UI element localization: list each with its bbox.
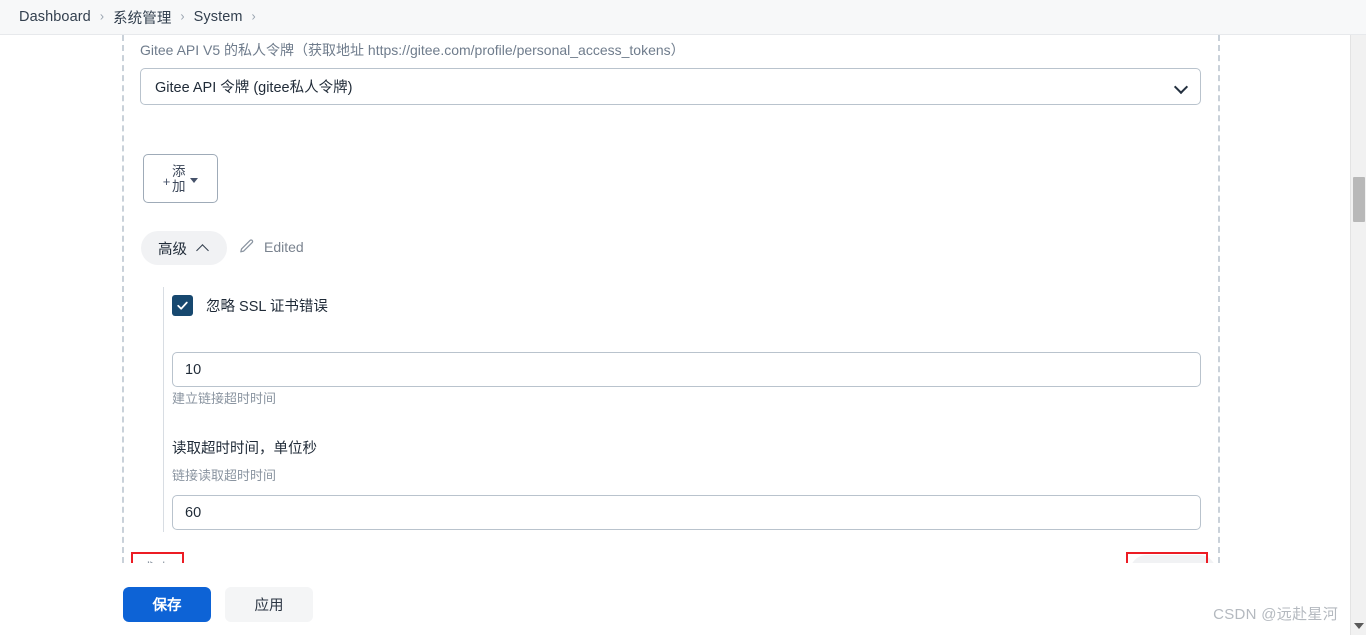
scroll-down-arrow-icon[interactable]	[1354, 623, 1364, 629]
add-credential-button-label: 添加	[172, 163, 186, 194]
read-timeout-label: 读取超时时间，单位秒	[172, 441, 317, 457]
breadcrumb-item-system[interactable]: System	[194, 9, 243, 25]
edited-indicator: Edited	[238, 238, 304, 255]
ignore-ssl-label: 忽略 SSL 证书错误	[206, 299, 328, 315]
form-guide-rail-right	[1218, 35, 1220, 563]
test-connection-button[interactable]: 测试链接	[1130, 555, 1216, 563]
test-connection-button-label: 测试链接	[1145, 562, 1201, 564]
save-button[interactable]: 保存	[123, 586, 211, 622]
settings-content-area: Gitee API V5 的私人令牌（获取地址 https://gitee.co…	[0, 35, 1350, 563]
breadcrumb-separator-icon: ›	[99, 9, 105, 24]
watermark-text: CSDN @远赴星河	[1213, 606, 1338, 623]
plus-icon: +	[162, 174, 171, 189]
ignore-ssl-checkbox[interactable]	[172, 295, 193, 316]
check-icon	[177, 301, 188, 310]
breadcrumb-item-dashboard[interactable]: Dashboard	[19, 9, 91, 25]
scrollbar-thumb[interactable]	[1353, 177, 1365, 222]
form-action-bar: 保存 应用	[0, 573, 1350, 635]
app-root: Dashboard › 系统管理 › System › Gitee API V5…	[0, 0, 1366, 635]
read-timeout-input[interactable]: 60	[172, 495, 1201, 530]
advanced-toggle-label: 高级	[158, 241, 187, 258]
edited-label: Edited	[264, 238, 304, 255]
pencil-icon	[240, 239, 254, 253]
advanced-section-rule	[163, 287, 164, 532]
apply-button[interactable]: 应用	[225, 586, 313, 622]
caret-down-icon	[190, 178, 199, 183]
breadcrumb-separator-icon: ›	[251, 9, 256, 24]
connect-timeout-helper-text: 建立链接超时时间	[172, 391, 277, 406]
credential-hint-text: Gitee API V5 的私人令牌（获取地址 https://gitee.co…	[140, 42, 685, 58]
read-timeout-helper-text: 链接读取超时时间	[172, 468, 277, 483]
credential-select[interactable]: Gitee API 令牌 (gitee私人令牌)	[140, 68, 1201, 105]
advanced-toggle-button[interactable]: 高级	[141, 231, 227, 265]
breadcrumb-item-system-management[interactable]: 系统管理	[113, 7, 171, 28]
connect-timeout-input[interactable]: 10	[172, 352, 1201, 387]
test-status-text: 成功	[140, 558, 169, 563]
credential-select-value: Gitee API 令牌 (gitee私人令牌)	[155, 80, 353, 96]
add-credential-button[interactable]: + 添加	[143, 154, 218, 203]
breadcrumb-separator-icon: ›	[180, 9, 185, 24]
breadcrumb: Dashboard › 系统管理 › System ›	[0, 0, 1366, 35]
form-guide-rail-left	[122, 35, 124, 563]
chevron-down-icon	[1174, 80, 1188, 94]
page-scrollbar[interactable]	[1350, 35, 1366, 635]
chevron-up-icon	[196, 241, 210, 255]
ignore-ssl-row[interactable]: 忽略 SSL 证书错误	[172, 295, 328, 316]
